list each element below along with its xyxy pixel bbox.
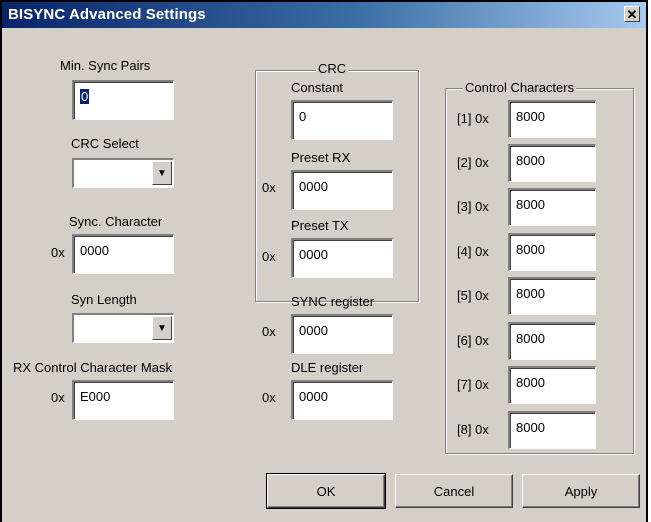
- apply-button[interactable]: Apply: [522, 474, 640, 508]
- preset-tx-input[interactable]: 0000: [291, 238, 393, 278]
- control-character-input[interactable]: 8000: [508, 277, 596, 315]
- control-character-label: [4] 0x: [457, 244, 489, 259]
- chevron-down-icon[interactable]: ▼: [152, 161, 172, 185]
- control-character-input[interactable]: 8000: [508, 188, 596, 226]
- title-bar: BISYNC Advanced Settings ✕: [2, 2, 646, 28]
- rx-control-character-mask-value: E000: [80, 389, 111, 404]
- control-character-input[interactable]: 8000: [508, 366, 596, 404]
- control-character-input[interactable]: 8000: [508, 100, 596, 138]
- sync-register-input[interactable]: 0000: [291, 314, 393, 354]
- bisync-advanced-settings-dialog: BISYNC Advanced Settings ✕ Min. Sync Pai…: [0, 0, 648, 522]
- window-title: BISYNC Advanced Settings: [8, 6, 206, 23]
- control-character-value: 8000: [516, 286, 545, 301]
- control-character-input[interactable]: 8000: [508, 144, 596, 182]
- preset-tx-value: 0000: [299, 247, 328, 262]
- ok-button[interactable]: OK: [266, 473, 386, 509]
- control-characters-legend: Control Characters: [463, 80, 577, 95]
- preset-rx-label: Preset RX: [291, 150, 351, 165]
- close-button[interactable]: ✕: [624, 6, 640, 22]
- crc-group-legend: CRC: [316, 61, 349, 76]
- preset-tx-prefix: 0x: [262, 249, 276, 264]
- sync-register-label: SYNC register: [291, 294, 375, 309]
- crc-select-label: CRC Select: [71, 136, 139, 151]
- control-character-input[interactable]: 8000: [508, 233, 596, 271]
- syn-length-label: Syn Length: [71, 292, 137, 307]
- crc-constant-value: 0: [299, 109, 307, 124]
- chevron-down-icon[interactable]: ▼: [152, 316, 172, 340]
- control-character-label: [1] 0x: [457, 111, 489, 126]
- preset-rx-value: 0000: [299, 179, 328, 194]
- control-character-value: 8000: [516, 109, 545, 124]
- min-sync-pairs-input[interactable]: 0: [72, 80, 174, 120]
- control-character-value: 8000: [516, 420, 545, 435]
- preset-rx-input[interactable]: 0000: [291, 170, 393, 210]
- min-sync-pairs-value: 0: [80, 89, 90, 104]
- control-character-value: 8000: [516, 197, 545, 212]
- sync-character-prefix: 0x: [51, 245, 65, 260]
- crc-constant-input[interactable]: 0: [291, 100, 393, 140]
- dle-register-input[interactable]: 0000: [291, 380, 393, 420]
- control-character-label: [7] 0x: [457, 377, 489, 392]
- sync-register-value: 0000: [299, 323, 328, 338]
- control-character-input[interactable]: 8000: [508, 411, 596, 449]
- crc-select-dropdown[interactable]: ▼: [72, 158, 174, 188]
- sync-character-input[interactable]: 0000: [72, 234, 174, 274]
- control-character-label: [3] 0x: [457, 199, 489, 214]
- control-character-value: 8000: [516, 242, 545, 257]
- crc-constant-label: Constant: [291, 80, 344, 95]
- control-character-input[interactable]: 8000: [508, 322, 596, 360]
- preset-tx-label: Preset TX: [291, 218, 349, 233]
- dle-register-value: 0000: [299, 389, 328, 404]
- rx-control-character-mask-prefix: 0x: [51, 390, 65, 405]
- cancel-button[interactable]: Cancel: [395, 474, 513, 508]
- preset-rx-prefix: 0x: [262, 180, 276, 195]
- close-icon: ✕: [626, 6, 638, 22]
- control-character-value: 8000: [516, 331, 545, 346]
- dle-register-prefix: 0x: [262, 390, 276, 405]
- control-character-label: [6] 0x: [457, 333, 489, 348]
- rx-control-character-mask-label: RX Control Character Mask: [13, 360, 172, 375]
- control-character-label: [8] 0x: [457, 422, 489, 437]
- sync-character-label: Sync. Character: [69, 214, 163, 229]
- dle-register-label: DLE register: [291, 360, 364, 375]
- min-sync-pairs-label: Min. Sync Pairs: [60, 58, 151, 73]
- syn-length-dropdown[interactable]: ▼: [72, 313, 174, 343]
- rx-control-character-mask-input[interactable]: E000: [72, 380, 174, 420]
- control-character-label: [5] 0x: [457, 288, 489, 303]
- sync-character-value: 0000: [80, 243, 109, 258]
- control-character-value: 8000: [516, 153, 545, 168]
- control-character-label: [2] 0x: [457, 155, 489, 170]
- control-character-value: 8000: [516, 375, 545, 390]
- sync-register-prefix: 0x: [262, 324, 276, 339]
